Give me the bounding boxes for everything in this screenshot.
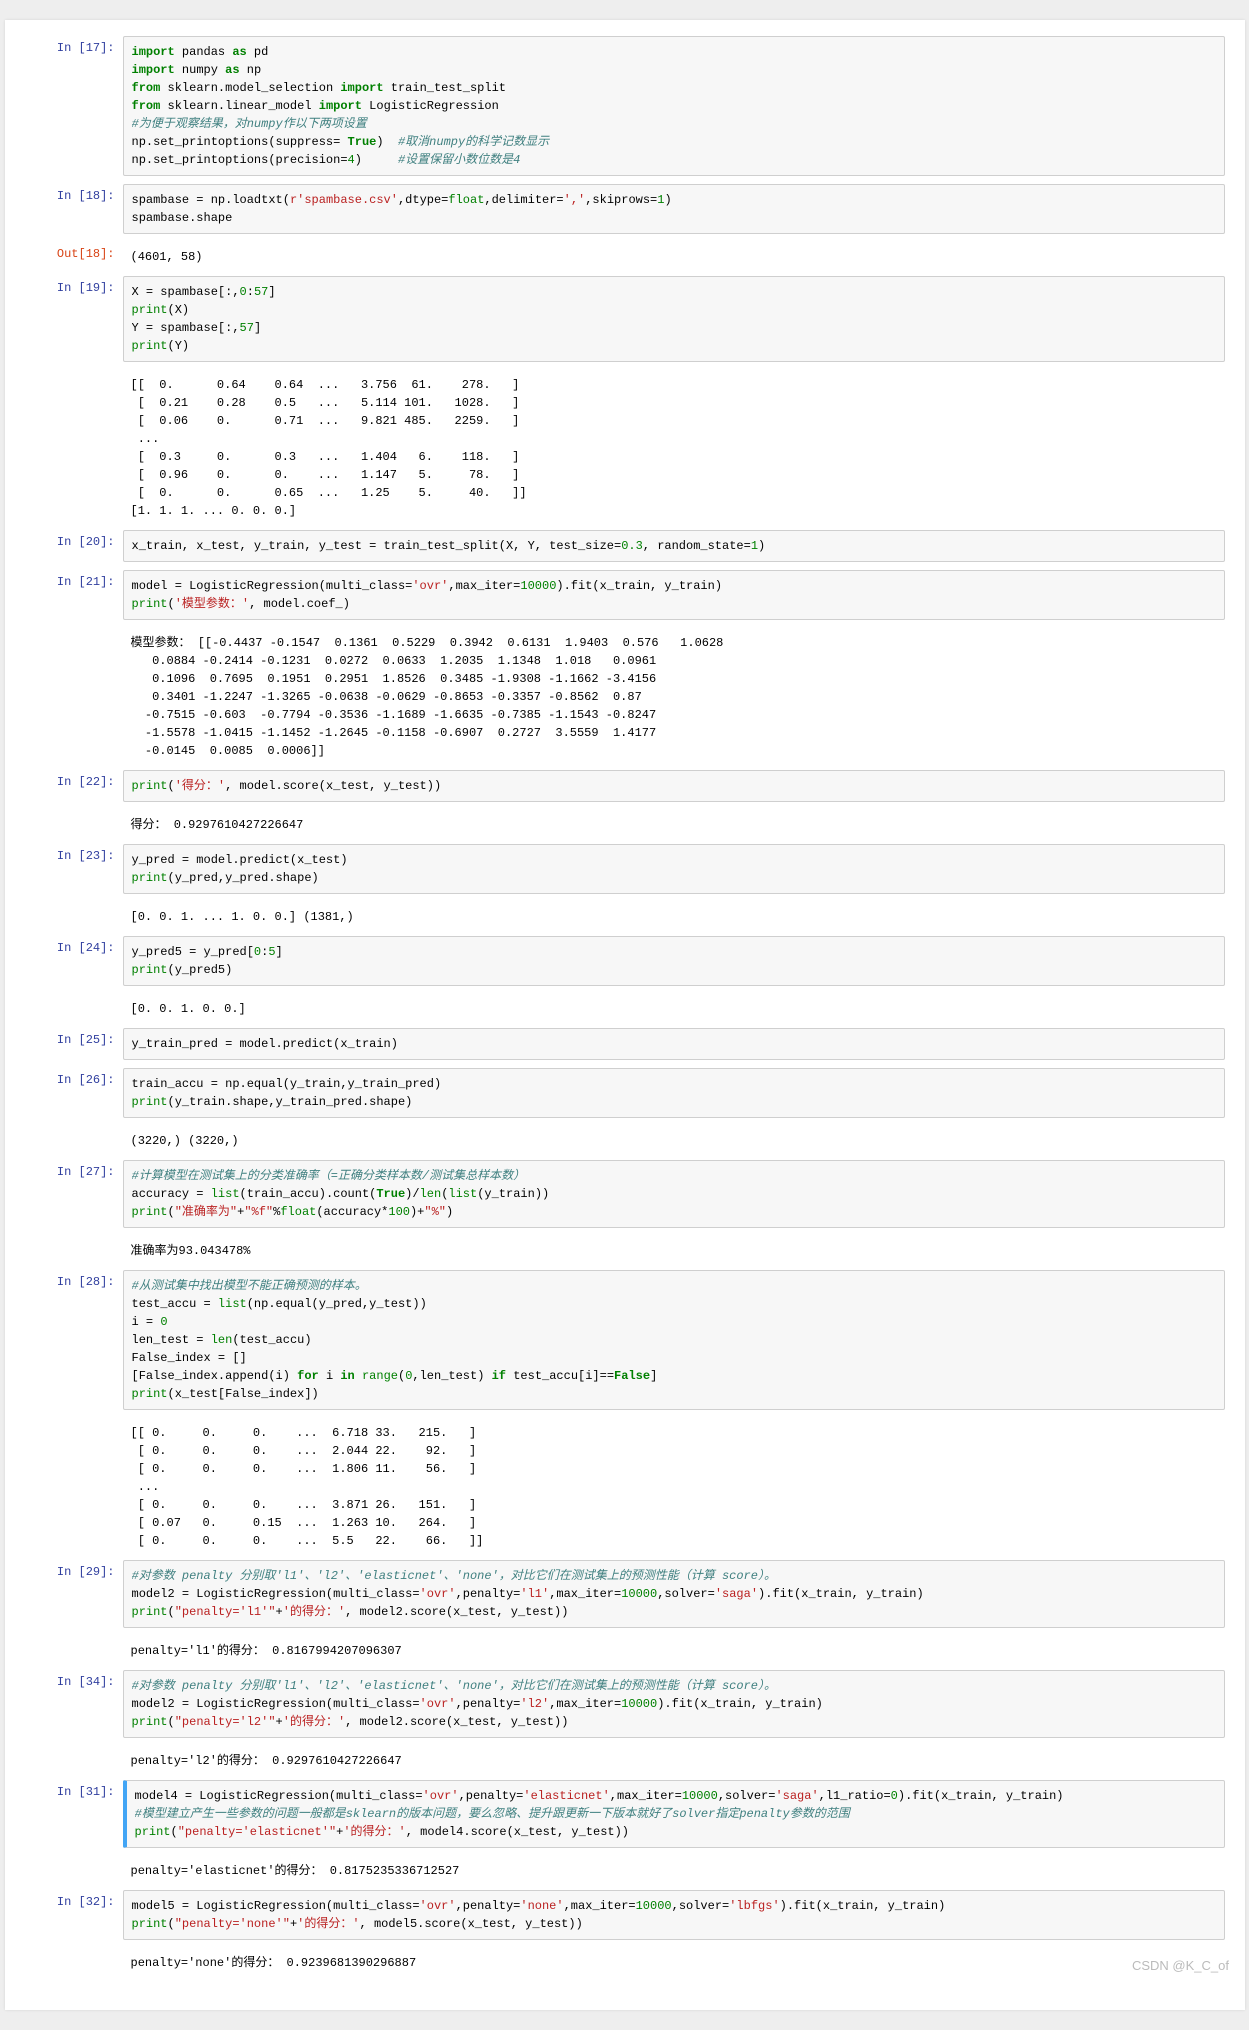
code-content[interactable]: #对参数 penalty 分别取'l1'、'l2'、'elasticnet'、'…	[132, 1677, 1216, 1731]
code-content[interactable]: import pandas as pd import numpy as np f…	[132, 43, 1216, 169]
notebook-container: In [17]:import pandas as pd import numpy…	[5, 20, 1245, 2010]
code-input-area[interactable]: x_train, x_test, y_train, y_test = train…	[123, 530, 1225, 562]
code-input-area[interactable]: import pandas as pd import numpy as np f…	[123, 36, 1225, 176]
code-cell[interactable]: In [34]:#对参数 penalty 分别取'l1'、'l2'、'elast…	[25, 1668, 1225, 1740]
output-cell: 模型参数： [[-0.4437 -0.1547 0.1361 0.5229 0.…	[25, 626, 1225, 764]
code-content[interactable]: #从测试集中找出模型不能正确预测的样本。 test_accu = list(np…	[132, 1277, 1216, 1403]
output-text: [0. 0. 1. 0. 0.]	[123, 994, 1225, 1020]
output-text: 模型参数： [[-0.4437 -0.1547 0.1361 0.5229 0.…	[123, 628, 1225, 762]
code-content[interactable]: x_train, x_test, y_train, y_test = train…	[132, 537, 1216, 555]
code-cell[interactable]: In [17]:import pandas as pd import numpy…	[25, 34, 1225, 178]
output-text: 准确率为93.043478%	[123, 1236, 1225, 1262]
code-cell[interactable]: In [29]:#对参数 penalty 分别取'l1'、'l2'、'elast…	[25, 1558, 1225, 1630]
output-cell: [[ 0. 0.64 0.64 ... 3.756 61. 278. ] [ 0…	[25, 368, 1225, 524]
code-content[interactable]: X = spambase[:,0:57] print(X) Y = spamba…	[132, 283, 1216, 355]
output-text: (3220,) (3220,)	[123, 1126, 1225, 1152]
code-content[interactable]: model = LogisticRegression(multi_class='…	[132, 577, 1216, 613]
code-input-area[interactable]: y_train_pred = model.predict(x_train)	[123, 1028, 1225, 1060]
code-input-area[interactable]: print('得分：', model.score(x_test, y_test)…	[123, 770, 1225, 802]
input-prompt: In [20]:	[25, 530, 123, 562]
input-prompt: In [23]:	[25, 844, 123, 894]
output-cell: (3220,) (3220,)	[25, 1124, 1225, 1154]
output-cell: [0. 0. 1. ... 1. 0. 0.] (1381,)	[25, 900, 1225, 930]
code-cell[interactable]: In [21]:model = LogisticRegression(multi…	[25, 568, 1225, 622]
output-text: penalty='l1'的得分： 0.8167994207096307	[123, 1636, 1225, 1662]
code-content[interactable]: y_train_pred = model.predict(x_train)	[132, 1035, 1216, 1053]
code-cell[interactable]: In [28]:#从测试集中找出模型不能正确预测的样本。 test_accu =…	[25, 1268, 1225, 1412]
output-cell: Out[18]:(4601, 58)	[25, 240, 1225, 270]
code-content[interactable]: #对参数 penalty 分别取'l1'、'l2'、'elasticnet'、'…	[132, 1567, 1216, 1621]
code-input-area[interactable]: y_pred = model.predict(x_test) print(y_p…	[123, 844, 1225, 894]
code-cell[interactable]: In [26]:train_accu = np.equal(y_train,y_…	[25, 1066, 1225, 1120]
output-cell: penalty='l2'的得分： 0.9297610427226647	[25, 1744, 1225, 1774]
output-prompt: Out[18]:	[25, 242, 123, 268]
input-prompt: In [22]:	[25, 770, 123, 802]
output-cell: [0. 0. 1. 0. 0.]	[25, 992, 1225, 1022]
output-cell: penalty='none'的得分： 0.9239681390296887	[25, 1946, 1225, 1976]
input-prompt: In [17]:	[25, 36, 123, 176]
input-prompt: In [34]:	[25, 1670, 123, 1738]
code-cell[interactable]: In [25]: y_train_pred = model.predict(x_t…	[25, 1026, 1225, 1062]
code-input-area[interactable]: #计算模型在测试集上的分类准确率（=正确分类样本数/测试集总样本数） accur…	[123, 1160, 1225, 1228]
input-prompt: In [21]:	[25, 570, 123, 620]
code-cell[interactable]: In [27]:#计算模型在测试集上的分类准确率（=正确分类样本数/测试集总样本…	[25, 1158, 1225, 1230]
output-cell: 准确率为93.043478%	[25, 1234, 1225, 1264]
output-text: [0. 0. 1. ... 1. 0. 0.] (1381,)	[123, 902, 1225, 928]
input-prompt: In [18]:	[25, 184, 123, 234]
code-cell[interactable]: In [23]:y_pred = model.predict(x_test) p…	[25, 842, 1225, 896]
output-cell: penalty='elasticnet'的得分： 0.8175235336712…	[25, 1854, 1225, 1884]
code-input-area[interactable]: model5 = LogisticRegression(multi_class=…	[123, 1890, 1225, 1940]
input-prompt: In [26]:	[25, 1068, 123, 1118]
input-prompt: In [24]:	[25, 936, 123, 986]
code-input-area[interactable]: #对参数 penalty 分别取'l1'、'l2'、'elasticnet'、'…	[123, 1560, 1225, 1628]
code-cell[interactable]: In [19]:X = spambase[:,0:57] print(X) Y …	[25, 274, 1225, 364]
code-cell[interactable]: In [31]:model4 = LogisticRegression(mult…	[25, 1778, 1225, 1850]
code-content[interactable]: model5 = LogisticRegression(multi_class=…	[132, 1897, 1216, 1933]
input-prompt: In [29]:	[25, 1560, 123, 1628]
code-input-area[interactable]: X = spambase[:,0:57] print(X) Y = spamba…	[123, 276, 1225, 362]
output-text: 得分： 0.9297610427226647	[123, 810, 1225, 836]
output-text: penalty='none'的得分： 0.9239681390296887	[123, 1948, 1225, 1974]
code-cell[interactable]: In [32]:model5 = LogisticRegression(mult…	[25, 1888, 1225, 1942]
code-content[interactable]: #计算模型在测试集上的分类准确率（=正确分类样本数/测试集总样本数） accur…	[132, 1167, 1216, 1221]
code-content[interactable]: train_accu = np.equal(y_train,y_train_pr…	[132, 1075, 1216, 1111]
output-text: penalty='elasticnet'的得分： 0.8175235336712…	[123, 1856, 1225, 1882]
code-content[interactable]: spambase = np.loadtxt(r'spambase.csv',dt…	[132, 191, 1216, 227]
code-cell[interactable]: In [18]:spambase = np.loadtxt(r'spambase…	[25, 182, 1225, 236]
watermark: CSDN @K_C_of	[1132, 1958, 1229, 1973]
code-input-area[interactable]: spambase = np.loadtxt(r'spambase.csv',dt…	[123, 184, 1225, 234]
input-prompt: In [27]:	[25, 1160, 123, 1228]
code-cell[interactable]: In [22]: print('得分：', model.score(x_test,…	[25, 768, 1225, 804]
output-text: [[ 0. 0. 0. ... 6.718 33. 215. ] [ 0. 0.…	[123, 1418, 1225, 1552]
input-prompt: In [31]:	[25, 1780, 123, 1848]
code-input-area[interactable]: #从测试集中找出模型不能正确预测的样本。 test_accu = list(np…	[123, 1270, 1225, 1410]
input-prompt: In [28]:	[25, 1270, 123, 1410]
output-text: (4601, 58)	[123, 242, 1225, 268]
code-content[interactable]: y_pred = model.predict(x_test) print(y_p…	[132, 851, 1216, 887]
code-input-area[interactable]: model = LogisticRegression(multi_class='…	[123, 570, 1225, 620]
code-cell[interactable]: In [24]:y_pred5 = y_pred[0:5] print(y_pr…	[25, 934, 1225, 988]
code-input-area[interactable]: y_pred5 = y_pred[0:5] print(y_pred5)	[123, 936, 1225, 986]
code-content[interactable]: print('得分：', model.score(x_test, y_test)…	[132, 777, 1216, 795]
code-input-area[interactable]: train_accu = np.equal(y_train,y_train_pr…	[123, 1068, 1225, 1118]
code-cell[interactable]: In [20]: x_train, x_test, y_train, y_test…	[25, 528, 1225, 564]
output-text: [[ 0. 0.64 0.64 ... 3.756 61. 278. ] [ 0…	[123, 370, 1225, 522]
input-prompt: In [25]:	[25, 1028, 123, 1060]
code-content[interactable]: y_pred5 = y_pred[0:5] print(y_pred5)	[132, 943, 1216, 979]
output-text: penalty='l2'的得分： 0.9297610427226647	[123, 1746, 1225, 1772]
input-prompt: In [19]:	[25, 276, 123, 362]
code-content[interactable]: model4 = LogisticRegression(multi_class=…	[135, 1787, 1216, 1841]
code-input-area[interactable]: #对参数 penalty 分别取'l1'、'l2'、'elasticnet'、'…	[123, 1670, 1225, 1738]
output-cell: [[ 0. 0. 0. ... 6.718 33. 215. ] [ 0. 0.…	[25, 1416, 1225, 1554]
code-input-area[interactable]: model4 = LogisticRegression(multi_class=…	[123, 1780, 1225, 1848]
output-cell: 得分： 0.9297610427226647	[25, 808, 1225, 838]
output-cell: penalty='l1'的得分： 0.8167994207096307	[25, 1634, 1225, 1664]
input-prompt: In [32]:	[25, 1890, 123, 1940]
